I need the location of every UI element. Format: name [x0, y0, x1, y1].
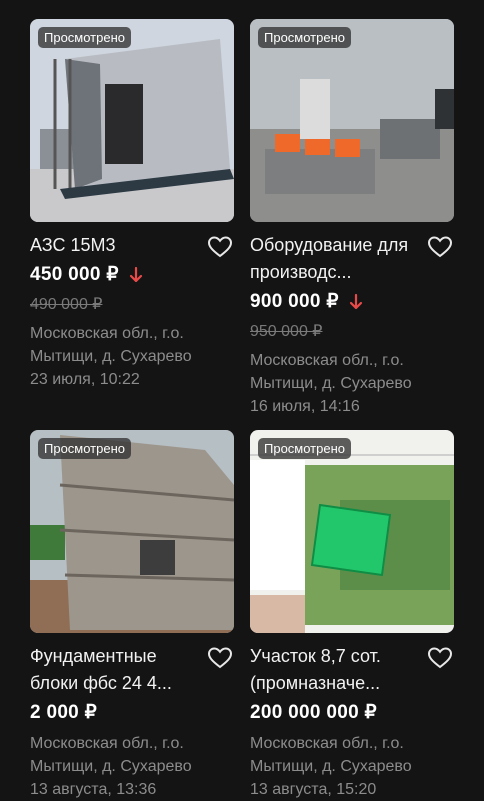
listing-title[interactable]: Оборудование для производс...	[250, 232, 420, 286]
listing-card[interactable]: Просмотрено Оборудование для производс..…	[250, 19, 454, 418]
favorite-heart-icon[interactable]	[427, 647, 453, 669]
listing-date: 13 августа, 15:20	[250, 781, 377, 798]
favorite-heart-icon[interactable]	[207, 647, 233, 669]
old-price: 950 000 ₽	[250, 323, 323, 340]
listing-card[interactable]: Просмотрено Фундаментные блоки фбс 24 4.…	[30, 430, 234, 801]
listing-location: Московская обл., г.о. Мытищи, д. Сухарев…	[250, 735, 412, 775]
old-price: 490 000 ₽	[30, 296, 103, 313]
listing-location: Московская обл., г.о. Мытищи, д. Сухарев…	[30, 735, 192, 775]
price-down-arrow-icon	[129, 266, 143, 284]
listing-photo[interactable]: Просмотрено	[30, 430, 234, 633]
listing-price: 900 000 ₽	[250, 291, 339, 312]
listing-card[interactable]: Просмотрено Участок 8,7 сот. (промназнач…	[250, 430, 454, 801]
listing-price: 450 000 ₽	[30, 264, 119, 285]
listing-title[interactable]: АЗС 15М3	[30, 232, 200, 259]
listing-photo[interactable]: Просмотрено	[250, 19, 454, 222]
favorite-heart-icon[interactable]	[427, 236, 453, 258]
listing-location: Московская обл., г.о. Мытищи, д. Сухарев…	[30, 325, 192, 365]
viewed-badge: Просмотрено	[258, 27, 352, 48]
listing-photo[interactable]: Просмотрено	[250, 430, 454, 633]
listing-title[interactable]: Участок 8,7 сот. (промназначе...	[250, 643, 420, 697]
listing-title[interactable]: Фундаментные блоки фбс 24 4...	[30, 643, 200, 697]
listing-location: Московская обл., г.о. Мытищи, д. Сухарев…	[250, 352, 412, 392]
viewed-badge: Просмотрено	[38, 438, 132, 459]
favorite-heart-icon[interactable]	[207, 236, 233, 258]
listing-price: 200 000 000 ₽	[250, 702, 377, 723]
listing-date: 23 июля, 10:22	[30, 371, 140, 388]
listing-date: 13 августа, 13:36	[30, 781, 157, 798]
viewed-badge: Просмотрено	[38, 27, 132, 48]
listing-price: 2 000 ₽	[30, 702, 98, 723]
listing-photo[interactable]: Просмотрено	[30, 19, 234, 222]
price-down-arrow-icon	[349, 293, 363, 311]
listing-card[interactable]: Просмотрено АЗС 15М3 450 000 ₽ 490 000 ₽…	[30, 19, 234, 391]
listing-date: 16 июля, 14:16	[250, 398, 360, 415]
viewed-badge: Просмотрено	[258, 438, 352, 459]
